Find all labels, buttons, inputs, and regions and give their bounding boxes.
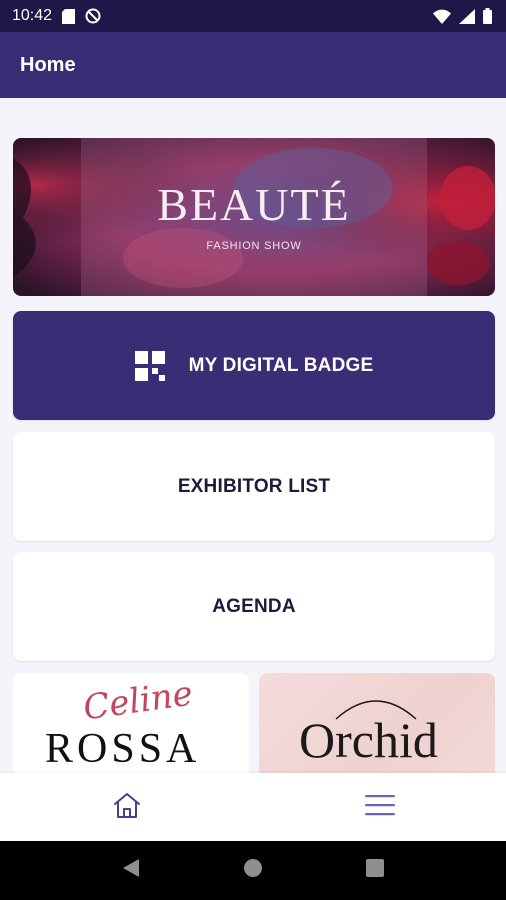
sponsor-orchid[interactable]: Orchid bbox=[259, 673, 495, 773]
home-circle-icon[interactable] bbox=[243, 858, 263, 883]
status-bar: 10:42 bbox=[0, 0, 506, 32]
exhibitor-list-button[interactable]: EXHIBITOR LIST bbox=[13, 432, 495, 541]
recents-icon[interactable] bbox=[366, 859, 385, 882]
signal-icon bbox=[459, 8, 475, 24]
app-bar: Home bbox=[0, 32, 506, 98]
banner-title: BEAUTÉ bbox=[157, 179, 351, 230]
nav-home-button[interactable] bbox=[0, 773, 253, 841]
orchid-text: Orchid bbox=[299, 712, 438, 768]
system-navigation-bar bbox=[0, 841, 506, 900]
home-content[interactable]: BEAUTÉ FASHION SHOW MY DIGITAL BADGE EXH… bbox=[0, 98, 506, 773]
back-icon[interactable] bbox=[122, 858, 140, 883]
agenda-label: AGENDA bbox=[212, 595, 296, 617]
nav-menu-button[interactable] bbox=[253, 773, 506, 841]
my-digital-badge-label: MY DIGITAL BADGE bbox=[188, 354, 374, 376]
home-icon bbox=[112, 791, 142, 824]
no-disturb-icon bbox=[85, 8, 101, 24]
agenda-button[interactable]: AGENDA bbox=[13, 552, 495, 661]
banner-subtitle: FASHION SHOW bbox=[206, 240, 302, 252]
menu-icon bbox=[364, 794, 395, 821]
bottom-navigation bbox=[0, 773, 506, 841]
exhibitor-list-label: EXHIBITOR LIST bbox=[177, 475, 331, 497]
celine-script-text: Celine bbox=[80, 673, 196, 729]
status-time: 10:42 bbox=[12, 7, 53, 24]
battery-icon bbox=[483, 8, 492, 24]
qr-code-icon bbox=[134, 350, 165, 381]
sponsor-celine-rossa[interactable]: Celine ROSSA bbox=[13, 673, 249, 773]
event-banner[interactable]: BEAUTÉ FASHION SHOW bbox=[13, 138, 495, 296]
wifi-icon bbox=[433, 9, 451, 24]
sd-card-icon bbox=[62, 8, 76, 24]
banner-text-panel: BEAUTÉ FASHION SHOW bbox=[81, 138, 427, 296]
page-title: Home bbox=[20, 53, 76, 76]
my-digital-badge-button[interactable]: MY DIGITAL BADGE bbox=[13, 311, 495, 420]
rossa-text: ROSSA bbox=[45, 726, 201, 772]
